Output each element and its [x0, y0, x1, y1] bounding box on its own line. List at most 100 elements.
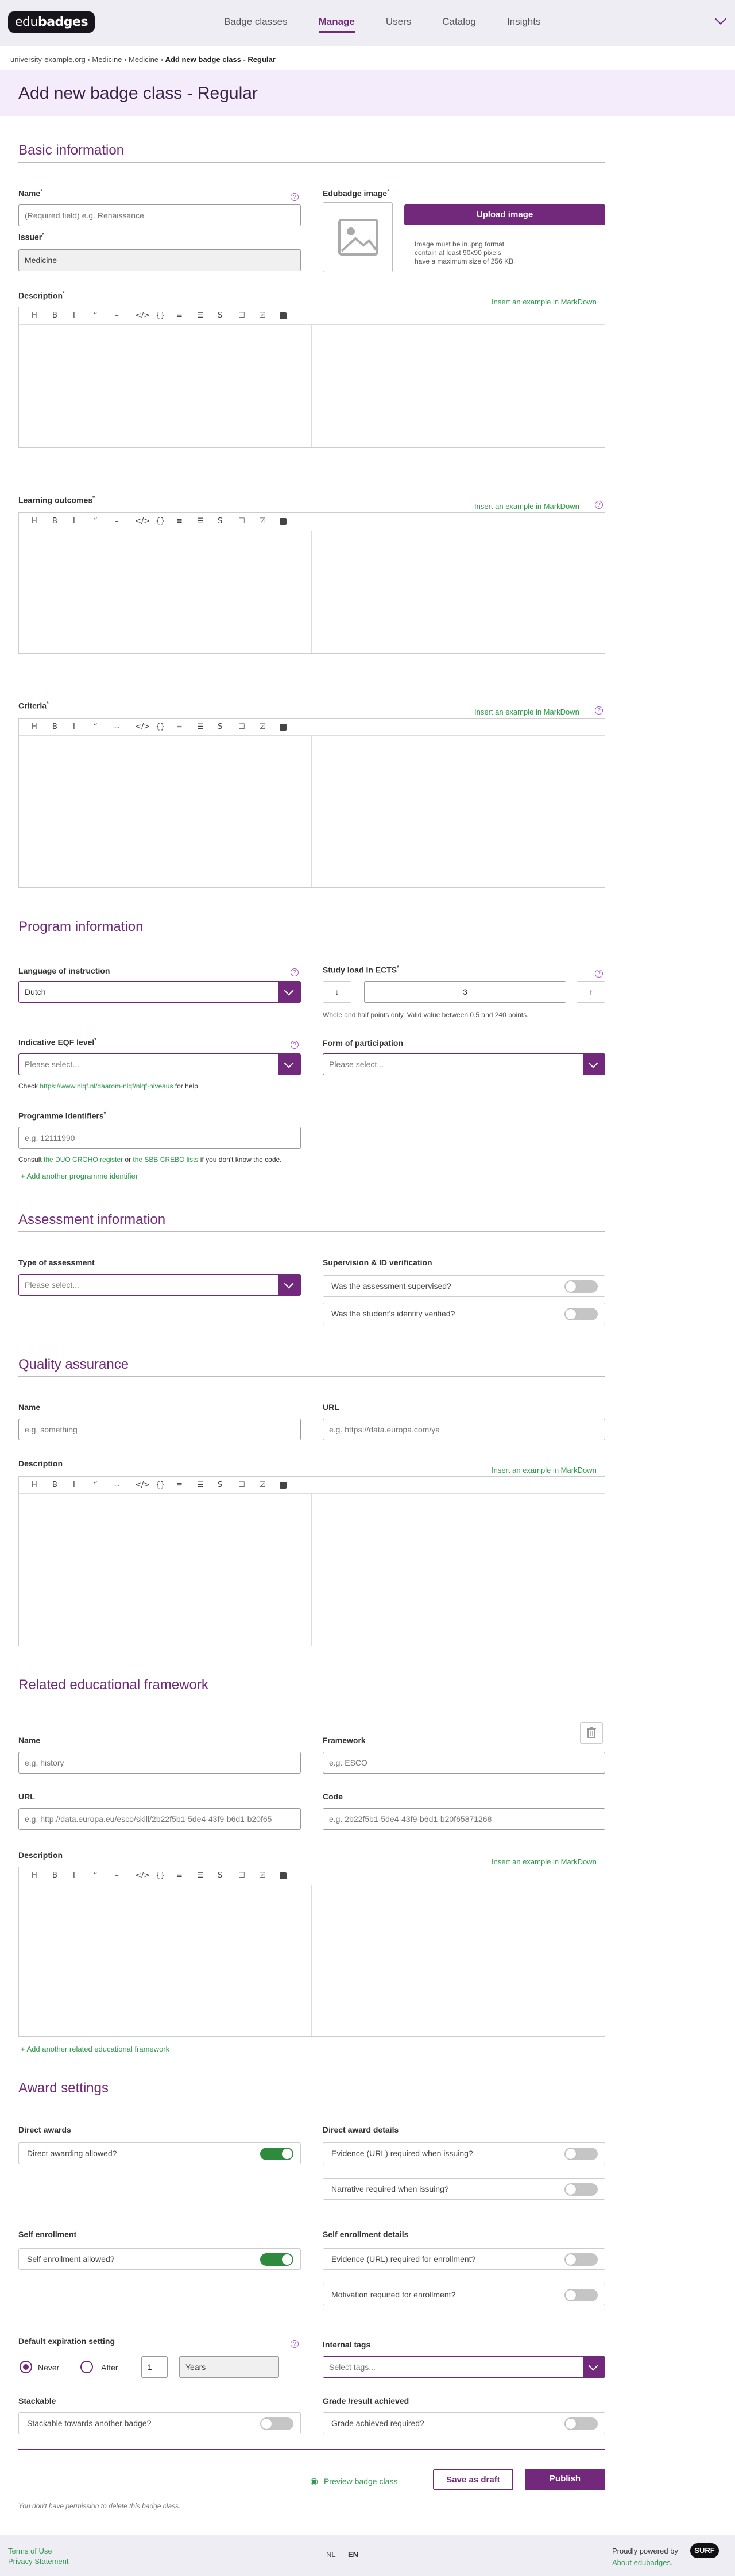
- fullscreen-icon[interactable]: [280, 517, 287, 525]
- participation-select[interactable]: Please select...: [323, 1053, 605, 1075]
- toolbar-button[interactable]: H: [32, 1481, 52, 1489]
- toolbar-button[interactable]: S: [218, 1481, 238, 1489]
- crebo-link[interactable]: the SBB CREBO lists: [133, 1156, 198, 1164]
- lang-nl-link[interactable]: NL: [326, 2550, 336, 2559]
- toolbar-button[interactable]: ☑: [259, 1481, 280, 1489]
- add-identifier-link[interactable]: + Add another programme identifier: [21, 1172, 138, 1180]
- toolbar-button[interactable]: </>: [135, 1481, 156, 1489]
- toolbar-button[interactable]: “: [94, 1871, 114, 1880]
- qa-name-input[interactable]: [18, 1419, 301, 1440]
- toolbar-button[interactable]: B: [52, 1481, 73, 1489]
- motivation-toggle[interactable]: [564, 2289, 598, 2301]
- editor-input-pane[interactable]: [19, 1885, 312, 2036]
- expiration-never-radio[interactable]: [20, 2361, 32, 2373]
- toolbar-button[interactable]: ☰: [197, 723, 218, 731]
- toolbar-button[interactable]: ☑: [259, 311, 280, 320]
- toolbar-button[interactable]: ☰: [197, 311, 218, 320]
- fullscreen-icon[interactable]: [280, 312, 287, 319]
- toolbar-button[interactable]: ☑: [259, 517, 280, 526]
- privacy-link[interactable]: Privacy Statement: [8, 2557, 69, 2566]
- toolbar-button[interactable]: S: [218, 723, 238, 731]
- toolbar-button[interactable]: I: [73, 311, 94, 320]
- language-select[interactable]: Dutch: [18, 981, 301, 1003]
- toolbar-button[interactable]: ☐: [238, 1871, 259, 1880]
- croho-link[interactable]: the DUO CROHO register: [44, 1156, 123, 1164]
- self-enrollment-toggle[interactable]: [260, 2253, 293, 2266]
- toolbar-button[interactable]: I: [73, 517, 94, 526]
- editor-input-pane[interactable]: [19, 531, 312, 653]
- help-icon[interactable]: ?: [595, 501, 603, 509]
- eqf-select[interactable]: Please select...: [18, 1053, 301, 1075]
- toolbar-button[interactable]: </>: [135, 723, 156, 731]
- toolbar-button[interactable]: ☐: [238, 1481, 259, 1489]
- criteria-editor[interactable]: H B I “⌢ </>{} ≡ ☰ S ☐ ☑: [18, 718, 605, 888]
- add-framework-link[interactable]: + Add another related educational framew…: [21, 2045, 169, 2053]
- toolbar-button[interactable]: ≡: [176, 723, 197, 731]
- toolbar-button[interactable]: ≡: [176, 1871, 197, 1880]
- eqf-help-link[interactable]: https://www.nlqf.nl/daarom-nlqf/nlqf-niv…: [40, 1082, 173, 1090]
- framework-framework-input[interactable]: [323, 1752, 605, 1774]
- fullscreen-icon[interactable]: [280, 1872, 287, 1879]
- qa-url-input[interactable]: [323, 1419, 605, 1440]
- toolbar-button[interactable]: ⌢: [114, 723, 135, 731]
- qa-description-editor[interactable]: H B I “⌢ </>{} ≡ ☰ S ☐ ☑: [18, 1476, 605, 1646]
- terms-link[interactable]: Terms of Use: [8, 2547, 52, 2555]
- internal-tags-select[interactable]: Select tags...: [323, 2356, 605, 2378]
- toolbar-button[interactable]: S: [218, 311, 238, 320]
- ects-decrement-button[interactable]: ↓: [323, 981, 351, 1003]
- toolbar-button[interactable]: {}: [156, 1871, 176, 1880]
- account-chevron-down-icon[interactable]: [715, 13, 726, 25]
- nav-manage[interactable]: Manage: [318, 16, 355, 33]
- toolbar-button[interactable]: H: [32, 1871, 52, 1880]
- toolbar-button[interactable]: ☰: [197, 517, 218, 526]
- toolbar-button[interactable]: B: [52, 311, 73, 320]
- framework-code-input[interactable]: [323, 1808, 605, 1830]
- help-icon[interactable]: ?: [595, 970, 603, 978]
- nav-catalog[interactable]: Catalog: [442, 16, 476, 33]
- toolbar-button[interactable]: {}: [156, 311, 176, 320]
- toolbar-button[interactable]: ≡: [176, 311, 197, 320]
- breadcrumb-issuer[interactable]: Medicine: [129, 55, 158, 64]
- toolbar-button[interactable]: ≡: [176, 517, 197, 526]
- preview-link[interactable]: ◉ Preview badge class: [310, 2475, 397, 2487]
- upload-image-button[interactable]: Upload image: [404, 204, 605, 225]
- narrative-issuing-toggle[interactable]: [564, 2183, 598, 2196]
- supervised-toggle[interactable]: [564, 1280, 598, 1293]
- expiration-after-radio[interactable]: [80, 2361, 93, 2373]
- toolbar-button[interactable]: </>: [135, 517, 156, 526]
- toolbar-button[interactable]: ≡: [176, 1481, 197, 1489]
- toolbar-button[interactable]: </>: [135, 1871, 156, 1880]
- toolbar-button[interactable]: H: [32, 311, 52, 320]
- grade-toggle[interactable]: [564, 2417, 598, 2430]
- toolbar-button[interactable]: </>: [135, 311, 156, 320]
- breadcrumb-university[interactable]: university-example.org: [10, 55, 86, 64]
- name-input[interactable]: [18, 204, 301, 226]
- toolbar-button[interactable]: ☑: [259, 1871, 280, 1880]
- toolbar-button[interactable]: S: [218, 1871, 238, 1880]
- lang-en-link[interactable]: EN: [348, 2550, 358, 2559]
- insert-example-link[interactable]: Insert an example in MarkDown: [492, 298, 597, 306]
- nav-insights[interactable]: Insights: [507, 16, 541, 33]
- toolbar-button[interactable]: I: [73, 723, 94, 731]
- help-icon[interactable]: ?: [595, 706, 603, 715]
- toolbar-button[interactable]: ☐: [238, 517, 259, 526]
- toolbar-button[interactable]: B: [52, 723, 73, 731]
- insert-example-link[interactable]: Insert an example in MarkDown: [474, 502, 579, 511]
- toolbar-button[interactable]: “: [94, 517, 114, 526]
- help-icon[interactable]: ?: [291, 193, 299, 201]
- toolbar-button[interactable]: H: [32, 517, 52, 526]
- toolbar-button[interactable]: “: [94, 311, 114, 320]
- toolbar-button[interactable]: I: [73, 1481, 94, 1489]
- evidence-issuing-toggle[interactable]: [564, 2148, 598, 2160]
- framework-url-input[interactable]: [18, 1808, 301, 1830]
- evidence-enroll-toggle[interactable]: [564, 2253, 598, 2266]
- framework-description-editor[interactable]: H B I “⌢ </>{} ≡ ☰ S ☐ ☑: [18, 1867, 605, 2037]
- expiration-period-select[interactable]: Years: [179, 2356, 279, 2378]
- save-draft-button[interactable]: Save as draft: [433, 2469, 513, 2490]
- toolbar-button[interactable]: S: [218, 517, 238, 526]
- toolbar-button[interactable]: B: [52, 1871, 73, 1880]
- breadcrumb-faculty[interactable]: Medicine: [92, 55, 122, 64]
- toolbar-button[interactable]: {}: [156, 517, 176, 526]
- editor-input-pane[interactable]: [19, 1494, 312, 1646]
- toolbar-button[interactable]: B: [52, 517, 73, 526]
